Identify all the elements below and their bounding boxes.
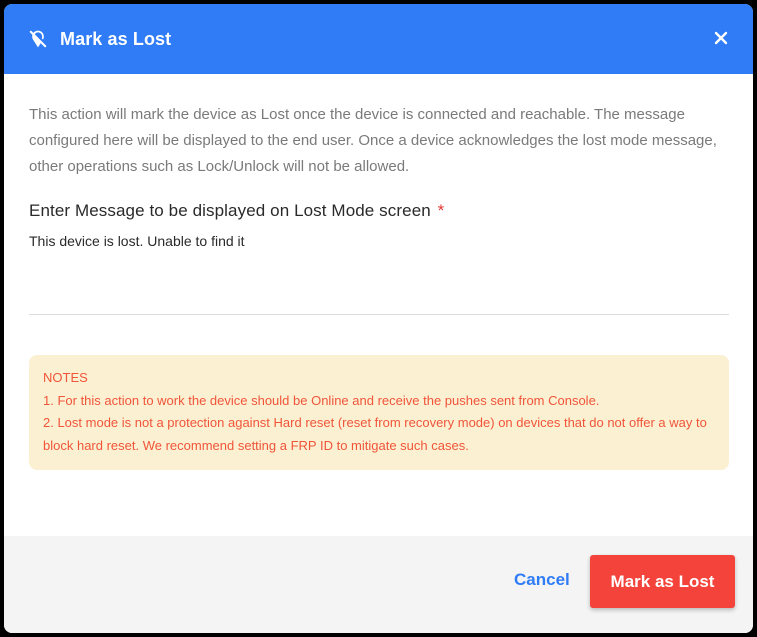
notes-heading: NOTES (43, 370, 88, 385)
notes-item: 2. Lost mode is not a protection against… (43, 415, 707, 453)
dialog-footer: Cancel Mark as Lost (4, 536, 753, 633)
dialog-header: Mark as Lost (4, 4, 753, 74)
mark-as-lost-dialog: Mark as Lost This action will mark the d… (4, 4, 753, 633)
dialog-body: This action will mark the device as Lost… (4, 74, 753, 470)
close-icon[interactable] (709, 26, 733, 50)
mark-as-lost-button[interactable]: Mark as Lost (590, 555, 735, 608)
notes-box: NOTES 1. For this action to work the dev… (29, 355, 729, 470)
required-marker: * (437, 201, 445, 220)
location-off-icon (28, 29, 48, 49)
message-field-label-text: Enter Message to be displayed on Lost Mo… (29, 201, 431, 220)
notes-item: 1. For this action to work the device sh… (43, 392, 600, 408)
message-field-label: Enter Message to be displayed on Lost Mo… (29, 201, 729, 221)
cancel-button[interactable]: Cancel (514, 570, 570, 590)
intro-text: This action will mark the device as Lost… (29, 106, 717, 175)
dialog-title: Mark as Lost (60, 28, 172, 49)
lost-message-input[interactable]: This device is lost. Unable to find it (29, 233, 729, 315)
